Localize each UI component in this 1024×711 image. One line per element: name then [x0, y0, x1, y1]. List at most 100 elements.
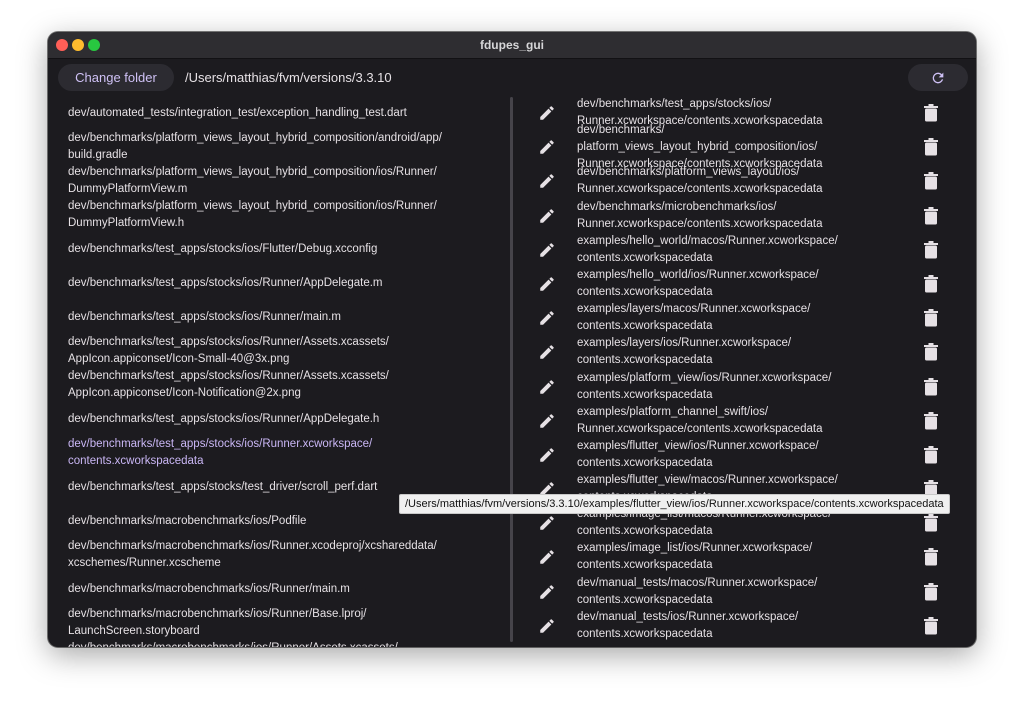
trash-icon[interactable]: [924, 104, 938, 122]
trash-icon[interactable]: [924, 206, 938, 225]
trash-icon[interactable]: [924, 582, 938, 601]
group-list-item[interactable]: dev/benchmarks/test_apps/stocks/ios/Flut…: [68, 232, 498, 266]
duplicate-file-path[interactable]: examples/flutter_view/ios/Runner.xcworks…: [577, 438, 819, 472]
pencil-icon[interactable]: [538, 583, 556, 601]
path-line: dev/benchmarks/: [577, 123, 665, 136]
path-line: dev/benchmarks/test_apps/stocks/ios/Runn…: [68, 412, 380, 425]
group-list-item[interactable]: dev/benchmarks/test_apps/stocks/ios/Runn…: [68, 368, 498, 402]
path-line: DummyPlatformView.h: [68, 217, 185, 229]
path-line: dev/benchmarks/test_apps/stocks/ios/Runn…: [68, 370, 389, 382]
pencil-icon[interactable]: [538, 617, 556, 635]
pencil-icon[interactable]: [538, 172, 556, 190]
group-list-item[interactable]: dev/benchmarks/macrobenchmarks/ios/Runne…: [68, 640, 498, 647]
duplicate-file-path[interactable]: examples/platform_channel_swift/ios/Runn…: [577, 404, 822, 438]
path-line: contents.xcworkspacedata: [577, 251, 713, 264]
path-line: Runner.xcworkspace/contents.xcworkspaced…: [577, 422, 823, 435]
duplicate-file-row: examples/hello_world/macos/Runner.xcwork…: [526, 233, 966, 267]
toolbar: Change folder /Users/matthias/fvm/versio…: [48, 59, 976, 101]
group-path: dev/benchmarks/macrobenchmarks/ios/Podfi…: [68, 513, 306, 530]
group-path: dev/benchmarks/macrobenchmarks/ios/Runne…: [68, 538, 437, 572]
duplicate-file-path[interactable]: dev/benchmarks/platform_views_layout/ios…: [577, 164, 822, 198]
pencil-icon[interactable]: [538, 514, 556, 532]
duplicate-file-path[interactable]: dev/manual_tests/macos/Runner.xcworkspac…: [577, 575, 817, 609]
duplicate-file-path[interactable]: examples/layers/ios/Runner.xcworkspace/c…: [577, 335, 791, 369]
refresh-button[interactable]: [908, 64, 968, 91]
group-path: dev/automated_tests/integration_test/exc…: [68, 105, 407, 122]
group-path: dev/benchmarks/platform_views_layout_hyb…: [68, 164, 437, 198]
trash-icon[interactable]: [924, 514, 938, 532]
group-path: dev/benchmarks/platform_views_layout_hyb…: [68, 130, 442, 164]
pencil-icon[interactable]: [538, 241, 556, 259]
group-list-item[interactable]: dev/automated_tests/integration_test/exc…: [68, 96, 498, 130]
pencil-icon[interactable]: [538, 309, 556, 327]
trash-icon[interactable]: [924, 411, 938, 430]
path-line: build.gradle: [68, 149, 128, 161]
group-path: dev/benchmarks/test_apps/stocks/ios/Runn…: [68, 275, 383, 292]
trash-icon[interactable]: [924, 172, 938, 190]
trash-icon[interactable]: [924, 309, 938, 327]
trash-icon[interactable]: [924, 274, 938, 293]
path-line: dev/benchmarks/macrobenchmarks/ios/Runne…: [68, 642, 398, 647]
trash-icon[interactable]: [924, 616, 938, 635]
group-list-item[interactable]: dev/benchmarks/platform_views_layout_hyb…: [68, 164, 498, 198]
group-list-item[interactable]: dev/benchmarks/test_apps/stocks/ios/Runn…: [68, 334, 498, 368]
duplicate-file-path[interactable]: dev/manual_tests/ios/Runner.xcworkspace/…: [577, 609, 798, 643]
duplicate-groups-list[interactable]: dev/automated_tests/integration_test/exc…: [68, 96, 498, 648]
group-path: dev/benchmarks/test_apps/stocks/ios/Flut…: [68, 241, 377, 258]
path-line: dev/manual_tests/ios/Runner.xcworkspace/: [577, 610, 799, 623]
group-path: dev/benchmarks/macrobenchmarks/ios/Runne…: [68, 581, 350, 598]
group-list-item[interactable]: dev/benchmarks/macrobenchmarks/ios/Runne…: [68, 606, 498, 640]
group-list-item[interactable]: dev/benchmarks/platform_views_layout_hyb…: [68, 130, 498, 164]
pencil-icon[interactable]: [538, 343, 556, 361]
pencil-icon[interactable]: [538, 378, 556, 396]
trash-icon[interactable]: [924, 138, 938, 156]
duplicate-file-row: examples/platform_view/ios/Runner.xcwork…: [526, 370, 966, 404]
duplicate-file-row: examples/layers/ios/Runner.xcworkspace/c…: [526, 335, 966, 369]
path-line: contents.xcworkspacedata: [577, 627, 713, 640]
window-title: fdupes_gui: [479, 38, 544, 52]
path-line: examples/flutter_view/ios/Runner.xcworks…: [577, 439, 819, 452]
pencil-icon[interactable]: [538, 207, 556, 225]
duplicate-file-path[interactable]: examples/layers/macos/Runner.xcworkspace…: [577, 301, 810, 335]
group-list-item[interactable]: dev/benchmarks/platform_views_layout_hyb…: [68, 198, 498, 232]
path-line: dev/benchmarks/test_apps/stocks/ios/Flut…: [68, 242, 378, 255]
duplicate-file-path[interactable]: examples/image_list/ios/Runner.xcworkspa…: [577, 540, 812, 574]
duplicate-file-path[interactable]: examples/platform_view/ios/Runner.xcwork…: [577, 370, 831, 404]
path-line: examples/hello_world/macos/Runner.xcwork…: [577, 234, 838, 247]
path-line: dev/benchmarks/test_apps/stocks/test_dri…: [68, 480, 378, 493]
duplicate-file-path[interactable]: examples/hello_world/ios/Runner.xcworksp…: [577, 267, 819, 301]
path-line: contents.xcworkspacedata: [577, 593, 713, 606]
duplicate-files-list[interactable]: dev/benchmarks/test_apps/stocks/ios/Runn…: [526, 96, 966, 647]
duplicate-file-path[interactable]: dev/benchmarks/platform_views_layout_hyb…: [577, 124, 822, 170]
pencil-icon[interactable]: [538, 138, 556, 156]
change-folder-button[interactable]: Change folder: [58, 64, 174, 91]
pencil-icon[interactable]: [538, 104, 556, 122]
trash-icon[interactable]: [924, 548, 938, 566]
pencil-icon[interactable]: [538, 412, 556, 430]
duplicate-file-row: examples/hello_world/ios/Runner.xcworksp…: [526, 267, 966, 301]
app-window: fdupes_gui Change folder /Users/matthias…: [48, 32, 976, 647]
path-line: LaunchScreen.storyboard: [68, 625, 200, 637]
group-list-item[interactable]: dev/benchmarks/test_apps/stocks/ios/Runn…: [68, 402, 498, 436]
group-list-item[interactable]: dev/benchmarks/macrobenchmarks/ios/Runne…: [68, 538, 498, 572]
path-line: dev/benchmarks/test_apps/stocks/ios/Runn…: [68, 438, 373, 450]
panel-divider[interactable]: [510, 97, 513, 642]
pencil-icon[interactable]: [538, 275, 556, 293]
group-list-item[interactable]: dev/benchmarks/macrobenchmarks/ios/Runne…: [68, 572, 498, 606]
trash-icon[interactable]: [924, 377, 938, 396]
duplicate-file-path[interactable]: dev/benchmarks/microbenchmarks/ios/Runne…: [577, 199, 822, 233]
group-path: dev/benchmarks/test_apps/stocks/ios/Runn…: [68, 368, 389, 402]
path-line: dev/benchmarks/macrobenchmarks/ios/Runne…: [68, 540, 437, 552]
group-list-item[interactable]: dev/benchmarks/test_apps/stocks/ios/Runn…: [68, 266, 498, 300]
trash-icon[interactable]: [924, 240, 938, 259]
title-bar: fdupes_gui: [48, 32, 976, 59]
group-list-item[interactable]: dev/benchmarks/test_apps/stocks/ios/Runn…: [68, 436, 498, 470]
group-list-item[interactable]: dev/benchmarks/test_apps/stocks/ios/Runn…: [68, 300, 498, 334]
trash-icon[interactable]: [924, 445, 938, 464]
pencil-icon[interactable]: [538, 446, 556, 464]
trash-icon[interactable]: [924, 343, 938, 361]
duplicate-file-path[interactable]: examples/hello_world/macos/Runner.xcwork…: [577, 233, 838, 267]
pencil-icon[interactable]: [538, 548, 556, 566]
duplicate-file-row: examples/image_list/ios/Runner.xcworkspa…: [526, 540, 966, 574]
path-line: contents.xcworkspacedata: [68, 455, 204, 467]
